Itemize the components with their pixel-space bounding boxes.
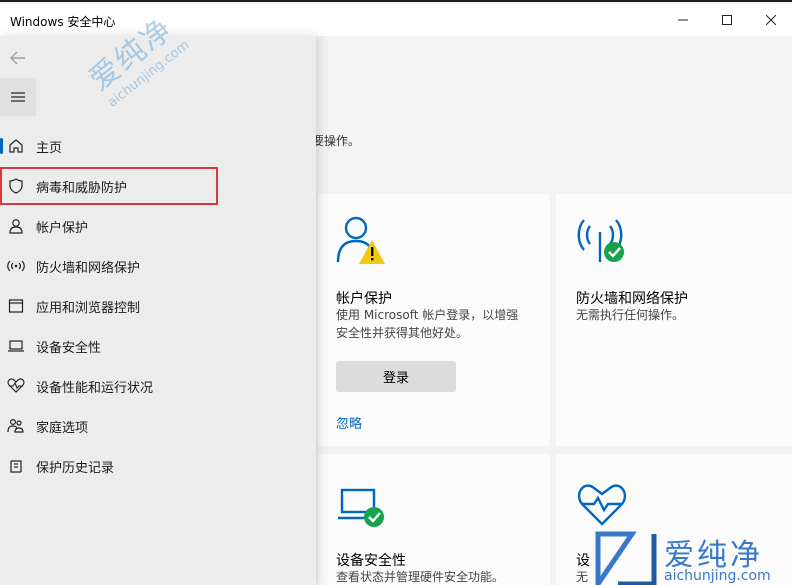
sign-in-button[interactable]: 登录 — [336, 361, 456, 392]
heart-pulse-icon — [576, 482, 628, 532]
wifi-antenna-icon — [7, 257, 25, 275]
watermark-logo: 爱纯净 aichunjing.com — [594, 530, 792, 585]
nav-item-device-performance[interactable]: 设备性能和运行状况 — [0, 366, 316, 406]
navigation-pane: 主页 病毒和威胁防护 帐户保护 防火墙和网络保护 应用和浏览器控制 设备安全性 … — [0, 36, 316, 585]
back-button[interactable] — [4, 44, 32, 72]
heart-pulse-icon — [7, 377, 25, 395]
nav-label: 设备性能和运行状况 — [36, 380, 154, 396]
close-button[interactable] — [748, 4, 792, 36]
nav-label: 主页 — [36, 140, 63, 156]
selection-highlight-box — [0, 167, 218, 205]
nav-label: 应用和浏览器控制 — [36, 300, 141, 316]
nav-label: 保护历史记录 — [36, 460, 115, 476]
card-description: 无 — [576, 570, 589, 584]
nav-label: 设备安全性 — [36, 340, 102, 356]
card-description: 使用 Microsoft 帐户登录，以增强安全性并获得其他好处。 — [336, 308, 519, 340]
person-icon — [7, 217, 25, 235]
window-title: Windows 安全中心 — [10, 15, 116, 29]
app-window: Windows 安全中心 必要操作。 帐户保护 使用 Microsoft 帐户登… — [0, 0, 792, 585]
account-warning-icon — [336, 214, 386, 270]
nav-item-home[interactable]: 主页 — [0, 126, 316, 166]
watermark-mark-icon — [595, 531, 657, 585]
firewall-card[interactable]: 防火墙和网络保护 无需执行任何操作。 — [556, 194, 792, 446]
device-security-card[interactable]: 设备安全性 查看状态并管理硬件安全功能。 — [318, 454, 550, 585]
nav-label: 防火墙和网络保护 — [36, 260, 141, 276]
menu-button[interactable] — [0, 78, 36, 116]
card-description: 无需执行任何操作。 — [576, 308, 685, 322]
card-title: 防火墙和网络保护 — [576, 291, 688, 307]
device-ok-icon — [336, 486, 388, 534]
history-icon — [7, 457, 25, 475]
laptop-icon — [7, 337, 25, 355]
minimize-button[interactable] — [660, 4, 706, 36]
card-description: 查看状态并管理硬件安全功能。 — [336, 570, 505, 584]
card-title: 设 — [576, 553, 590, 569]
watermark-brand-url: aichunjing.com — [664, 568, 771, 584]
family-icon — [7, 417, 25, 435]
browser-window-icon — [7, 297, 25, 315]
nav-item-device-security[interactable]: 设备安全性 — [0, 326, 316, 366]
firewall-ok-icon — [576, 214, 628, 270]
hamburger-icon — [11, 92, 25, 102]
nav-item-account-protection[interactable]: 帐户保护 — [0, 206, 316, 246]
nav-item-firewall[interactable]: 防火墙和网络保护 — [0, 246, 316, 286]
home-icon — [7, 137, 25, 155]
maximize-button[interactable] — [704, 4, 750, 36]
nav-item-family-options[interactable]: 家庭选项 — [0, 406, 316, 446]
nav-item-app-browser-control[interactable]: 应用和浏览器控制 — [0, 286, 316, 326]
nav-label: 帐户保护 — [36, 220, 89, 236]
nav-item-protection-history[interactable]: 保护历史记录 — [0, 446, 316, 486]
nav-label: 家庭选项 — [36, 420, 89, 436]
back-arrow-icon — [10, 51, 25, 65]
card-title: 帐户保护 — [336, 291, 392, 307]
dismiss-link[interactable]: 忽略 — [336, 413, 362, 432]
card-title: 设备安全性 — [336, 553, 406, 569]
account-protection-card[interactable]: 帐户保护 使用 Microsoft 帐户登录，以增强安全性并获得其他好处。 登录… — [318, 194, 550, 446]
